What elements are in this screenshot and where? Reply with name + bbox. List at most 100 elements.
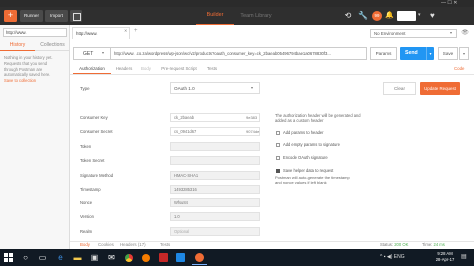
option-label: Save helper data to request xyxy=(283,168,334,173)
save-button[interactable]: Save xyxy=(438,47,458,60)
save-to-collection-link[interactable]: Save to collection xyxy=(4,78,66,84)
tab-headers[interactable]: Headers xyxy=(113,63,135,74)
divider xyxy=(70,74,474,75)
consumer-secret-suffix: 9074de xyxy=(246,129,260,134)
checkbox-checked[interactable] xyxy=(276,168,280,173)
token-secret-label: Token Secret xyxy=(80,158,105,163)
tab-authorization[interactable]: Authorization xyxy=(73,63,111,74)
history-filter-input[interactable]: http://www. xyxy=(3,28,67,37)
tab-tests[interactable]: Tests xyxy=(204,63,220,74)
realm-input[interactable]: Optional xyxy=(170,227,260,236)
realm-label: Realm xyxy=(80,229,93,234)
postman-icon[interactable] xyxy=(194,252,205,263)
clear-button[interactable]: Clear xyxy=(383,82,416,95)
edge-icon[interactable]: e xyxy=(55,252,66,263)
close-icon[interactable]: ✕ xyxy=(124,28,127,33)
token-label: Token xyxy=(80,144,92,149)
bell-icon[interactable]: 🔔 xyxy=(385,11,394,21)
encode-signature-option[interactable]: Encode OAuth signature xyxy=(276,155,328,160)
chevron-down-icon[interactable]: ▾ xyxy=(102,50,104,55)
new-window-icon[interactable] xyxy=(70,10,82,22)
consumer-secret-label: Consumer Secret xyxy=(80,129,113,134)
clock-date: 28-Apr-17 xyxy=(435,256,455,262)
signature-method-select[interactable]: HMAC-SHA1 xyxy=(170,171,260,180)
consumer-key-label: Consumer Key xyxy=(80,115,108,120)
clock[interactable]: 9:28 AM 28-Apr-17 xyxy=(432,251,458,262)
token-input[interactable] xyxy=(170,142,260,151)
response-tab-tests[interactable]: Tests xyxy=(160,242,170,248)
task-view-icon[interactable]: ▭ xyxy=(37,252,48,263)
add-tab-icon[interactable]: + xyxy=(134,28,138,34)
version-input[interactable]: 1.0 xyxy=(170,212,260,221)
oauth-note: The authorization header will be generat… xyxy=(275,113,385,123)
tab-pre-request-script[interactable]: Pre-request Script xyxy=(158,63,200,74)
chevron-down-icon[interactable]: ▾ xyxy=(418,12,421,18)
code-link[interactable]: Code xyxy=(454,63,465,74)
chevron-down-icon[interactable]: ▾ xyxy=(426,47,434,60)
active-app-indicator xyxy=(192,264,207,265)
helper-note-line: and nonce values if left blank xyxy=(275,180,327,185)
firefox-icon[interactable] xyxy=(140,252,151,263)
nonce-label: Nonce xyxy=(80,200,93,205)
token-secret-input[interactable] xyxy=(170,156,260,165)
sync-off-icon[interactable]: ⟲ xyxy=(343,11,353,21)
window-controls[interactable]: — ☐ ✕ xyxy=(441,0,474,7)
windows-start-icon[interactable] xyxy=(3,252,14,263)
nonce-input[interactable]: Wfsu84 xyxy=(170,198,260,207)
user-menu[interactable] xyxy=(397,11,416,21)
chevron-down-icon[interactable]: ▾ xyxy=(459,47,469,60)
runner-button[interactable]: Runner xyxy=(20,10,43,22)
response-time: Time: 24 ms xyxy=(422,242,445,248)
system-tray[interactable]: ^ ▪ ◀) ENG xyxy=(380,251,405,264)
import-button[interactable]: Import xyxy=(45,10,68,22)
update-request-button[interactable]: Update Request xyxy=(420,82,460,95)
timestamp-label: Timestamp xyxy=(80,187,101,192)
tab-body[interactable]: Body xyxy=(138,63,154,74)
heart-icon[interactable]: ♥ xyxy=(430,11,440,21)
url-input[interactable]: http://www. .co.za/wordpress/wp-json/wc/… xyxy=(110,47,367,60)
option-label: Add params to header xyxy=(283,130,324,135)
checkbox[interactable] xyxy=(276,142,280,147)
folder-icon[interactable]: ▬ xyxy=(72,252,83,263)
response-status: Status: 200 OK xyxy=(380,242,408,248)
wrench-icon[interactable]: 🔧 xyxy=(358,11,368,21)
add-params-to-header-option[interactable]: Add params to header xyxy=(276,130,324,135)
empty-history-message: Nothing in your history yet. Requests th… xyxy=(4,55,66,84)
auth-type-select[interactable]: OAuth 1.0 xyxy=(170,82,260,94)
tab-collections[interactable]: Collections xyxy=(35,40,70,51)
app-icon[interactable] xyxy=(175,252,186,263)
tab-team-library[interactable]: Team Library xyxy=(234,7,278,25)
option-label: Add empty params to signature xyxy=(283,142,340,147)
search-icon[interactable]: ○ xyxy=(20,252,31,263)
type-label: Type xyxy=(80,86,90,91)
tab-history[interactable]: History xyxy=(0,40,35,51)
environment-select[interactable]: No Environment xyxy=(370,29,457,38)
checkbox[interactable] xyxy=(276,130,280,135)
request-tab[interactable]: http://www. xyxy=(72,27,130,39)
add-empty-params-option[interactable]: Add empty params to signature xyxy=(276,142,340,147)
mail-icon[interactable]: ✉ xyxy=(106,252,117,263)
signature-method-label: Signature Method xyxy=(80,173,114,178)
method-select[interactable]: GET xyxy=(73,47,111,60)
eye-icon[interactable]: 👁 xyxy=(460,29,470,38)
sync-status-badge[interactable]: 99 xyxy=(372,11,382,21)
checkbox[interactable] xyxy=(276,155,280,160)
response-tab-cookies[interactable]: Cookies xyxy=(98,242,114,248)
chevron-down-icon[interactable]: ▾ xyxy=(450,30,452,35)
version-label: Version xyxy=(80,214,94,219)
params-button[interactable]: Params xyxy=(370,47,397,60)
store-icon[interactable]: ▣ xyxy=(89,252,100,263)
new-button[interactable]: + xyxy=(4,10,17,22)
status-value: 200 OK xyxy=(394,242,409,247)
status-label: Status: xyxy=(380,242,395,247)
response-tab-headers[interactable]: Headers (17) xyxy=(120,242,146,248)
timestamp-input[interactable]: 1493285316 xyxy=(170,185,260,194)
chevron-down-icon[interactable]: ▾ xyxy=(251,85,253,90)
helper-note: Postman will auto-generate the timestamp… xyxy=(275,175,375,185)
tab-builder[interactable]: Builder xyxy=(196,7,234,25)
save-helper-data-option[interactable]: Save helper data to request xyxy=(276,168,333,173)
filezilla-icon[interactable] xyxy=(158,252,169,263)
notification-icon[interactable]: ▤ xyxy=(461,253,467,260)
chrome-icon[interactable] xyxy=(123,252,134,263)
response-tab-body[interactable]: Body xyxy=(80,242,90,248)
